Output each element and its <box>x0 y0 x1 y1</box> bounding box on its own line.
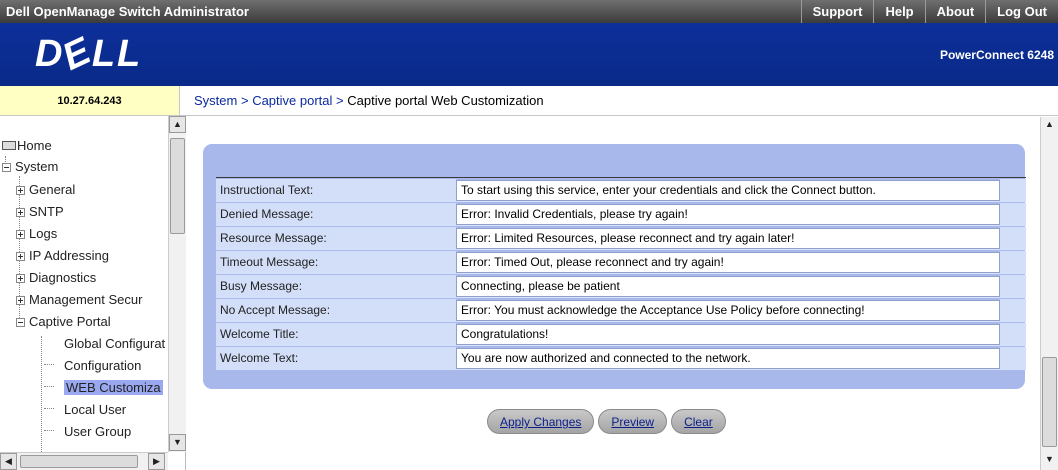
scroll-right-icon[interactable]: ▶ <box>148 453 165 470</box>
breadcrumb-separator: > <box>240 93 253 108</box>
collapse-icon[interactable] <box>16 318 25 327</box>
field-label: Resource Message: <box>216 227 456 249</box>
resource-message-input[interactable]: Error: Limited Resources, please reconne… <box>456 228 1000 249</box>
field-row-welcome-text: Welcome Text: You are now authorized and… <box>216 347 1026 370</box>
breadcrumb-system[interactable]: System <box>194 93 237 108</box>
welcome-title-input[interactable]: Congratulations! <box>456 324 1000 345</box>
top-nav: Support Help About Log Out <box>800 0 1058 23</box>
instructional-text-input[interactable]: To start using this service, enter your … <box>456 180 1000 201</box>
field-row-denied-message: Denied Message: Error: Invalid Credentia… <box>216 203 1026 226</box>
app-title: Dell OpenManage Switch Administrator <box>6 4 249 19</box>
field-row-instructional-text: Instructional Text: To start using this … <box>216 179 1026 202</box>
field-row-timeout-message: Timeout Message: Error: Timed Out, pleas… <box>216 251 1026 274</box>
expand-icon[interactable] <box>16 252 25 261</box>
welcome-text-input[interactable]: You are now authorized and connected to … <box>456 348 1000 369</box>
panel-divider <box>216 177 1026 178</box>
dell-logo: DELL <box>35 29 143 79</box>
main-content: Instructional Text: To start using this … <box>187 117 1038 470</box>
breadcrumb: System > Captive portal > Captive portal… <box>180 86 1058 116</box>
field-row-no-accept-message: No Accept Message: Error: You must ackno… <box>216 299 1026 322</box>
home-icon <box>2 141 16 150</box>
tree-item-general[interactable]: General <box>16 180 75 200</box>
breadcrumb-captive-portal[interactable]: Captive portal <box>252 93 332 108</box>
tree-item-diagnostics[interactable]: Diagnostics <box>16 268 96 288</box>
tree-item-sntp[interactable]: SNTP <box>16 202 64 222</box>
tree-horizontal-scrollbar[interactable]: ◀ ▶ <box>0 452 168 470</box>
header-banner: DELL PowerConnect 6248 <box>0 23 1058 86</box>
scroll-thumb[interactable] <box>170 138 185 234</box>
field-row-welcome-title: Welcome Title: Congratulations! <box>216 323 1026 346</box>
scroll-up-icon[interactable]: ▲ <box>1041 117 1058 134</box>
clear-button[interactable]: Clear <box>671 409 726 434</box>
tree-item-home[interactable]: Home <box>2 136 52 156</box>
expand-icon[interactable] <box>16 274 25 283</box>
field-label: No Accept Message: <box>216 299 456 321</box>
tree-item-captive-portal[interactable]: Captive Portal <box>16 312 111 332</box>
help-link[interactable]: Help <box>873 0 924 23</box>
expand-icon[interactable] <box>16 186 25 195</box>
logout-link[interactable]: Log Out <box>985 0 1058 23</box>
tree-item-system[interactable]: System <box>2 157 58 177</box>
preview-button[interactable]: Preview <box>598 409 668 434</box>
expand-icon[interactable] <box>16 230 25 239</box>
field-label: Timeout Message: <box>216 251 456 273</box>
tree-item-user-group[interactable]: User Group <box>64 422 131 442</box>
field-label: Welcome Text: <box>216 347 456 369</box>
action-buttons: Apply Changes Preview Clear <box>487 409 726 434</box>
model-name: PowerConnect 6248 <box>939 48 1054 62</box>
scroll-thumb[interactable] <box>20 455 138 468</box>
timeout-message-input[interactable]: Error: Timed Out, please reconnect and t… <box>456 252 1000 273</box>
denied-message-input[interactable]: Error: Invalid Credentials, please try a… <box>456 204 1000 225</box>
tree-item-global-configuration[interactable]: Global Configurat <box>64 334 165 354</box>
tree-item-configuration[interactable]: Configuration <box>64 356 141 376</box>
scroll-thumb[interactable] <box>1042 357 1057 447</box>
field-label: Welcome Title: <box>216 323 456 345</box>
scroll-left-icon[interactable]: ◀ <box>0 453 17 470</box>
field-row-busy-message: Busy Message: Connecting, please be pati… <box>216 275 1026 298</box>
breadcrumb-separator: > <box>336 93 348 108</box>
tree-item-management-security[interactable]: Management Secur <box>16 290 142 310</box>
field-label: Denied Message: <box>216 203 456 225</box>
scroll-down-icon[interactable]: ▼ <box>169 434 186 451</box>
busy-message-input[interactable]: Connecting, please be patient <box>456 276 1000 297</box>
expand-icon[interactable] <box>16 208 25 217</box>
expand-icon[interactable] <box>16 296 25 305</box>
top-menu-bar: Dell OpenManage Switch Administrator Sup… <box>0 0 1058 23</box>
field-label: Instructional Text: <box>216 179 456 201</box>
apply-changes-button[interactable]: Apply Changes <box>487 409 595 434</box>
tree-item-logs[interactable]: Logs <box>16 224 57 244</box>
tree-item-ip-addressing[interactable]: IP Addressing <box>16 246 109 266</box>
field-label: Busy Message: <box>216 275 456 297</box>
device-ip: 10.27.64.243 <box>0 86 180 116</box>
field-row-resource-message: Resource Message: Error: Limited Resourc… <box>216 227 1026 250</box>
nav-tree: Home System General SNTP Logs IP Address… <box>0 116 186 470</box>
main-vertical-scrollbar[interactable]: ▲ ▼ <box>1040 117 1058 470</box>
no-accept-message-input[interactable]: Error: You must acknowledge the Acceptan… <box>456 300 1000 321</box>
tree-item-web-customization[interactable]: WEB Customiza <box>64 378 163 398</box>
about-link[interactable]: About <box>924 0 986 23</box>
scroll-down-icon[interactable]: ▼ <box>1041 452 1058 469</box>
customization-panel: Instructional Text: To start using this … <box>203 144 1026 389</box>
support-link[interactable]: Support <box>800 0 874 23</box>
scroll-up-icon[interactable]: ▲ <box>169 116 186 133</box>
tree-item-local-user[interactable]: Local User <box>64 400 126 420</box>
breadcrumb-current: Captive portal Web Customization <box>347 93 544 108</box>
collapse-icon[interactable] <box>2 163 11 172</box>
tree-vertical-scrollbar[interactable]: ▲ ▼ <box>168 116 186 452</box>
